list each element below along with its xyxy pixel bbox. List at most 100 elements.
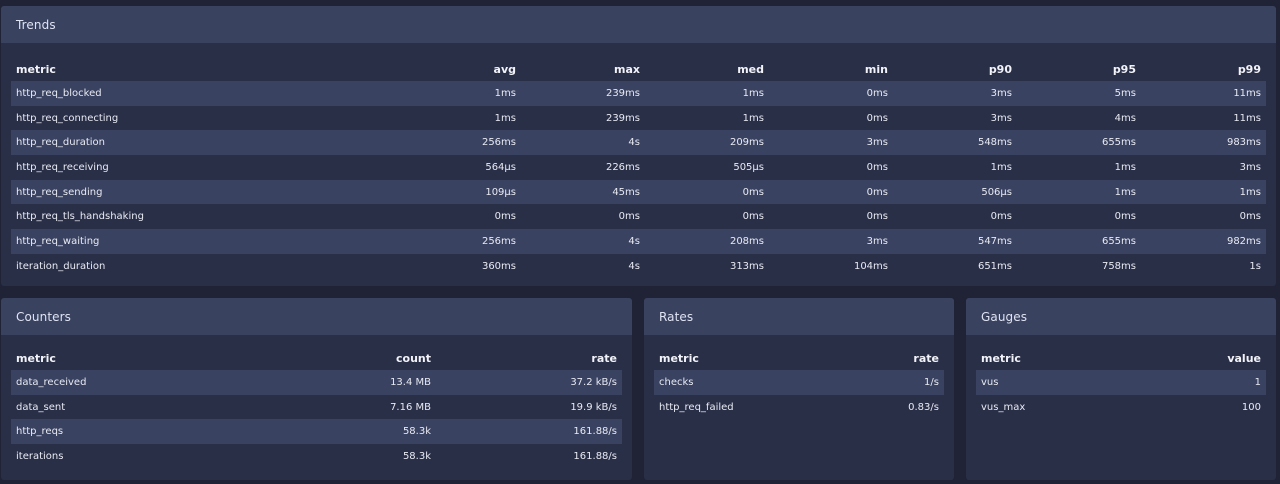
table-row: data_sent 7.16 MB 19.9 kB/s bbox=[11, 395, 622, 420]
value-cell: 4s bbox=[521, 130, 645, 156]
table-row: http_reqs 58.3k 161.88/s bbox=[11, 419, 622, 445]
value-cell: 1s bbox=[1249, 260, 1261, 272]
value-cell: 655ms bbox=[1017, 130, 1141, 156]
trends-table: metric avg max med min p90 p95 p99 http_… bbox=[11, 57, 1266, 279]
metric-cell: http_req_waiting bbox=[11, 229, 273, 254]
column-header: value bbox=[1227, 351, 1261, 365]
value-cell: 3ms bbox=[769, 130, 893, 156]
table-row: vus 1 bbox=[976, 370, 1266, 395]
value-cell: 1ms bbox=[1017, 179, 1141, 205]
column-header: rate bbox=[591, 351, 617, 365]
table-row: http_req_tls_handshaking 0ms 0ms 0ms 0ms… bbox=[11, 204, 1266, 229]
column-header: p95 bbox=[1112, 62, 1136, 76]
trends-title: Trends bbox=[1, 6, 1276, 43]
column-header: metric bbox=[16, 62, 56, 76]
value-cell: 226ms bbox=[605, 161, 640, 173]
value-cell: 100 bbox=[1241, 401, 1261, 413]
value-cell: 11ms bbox=[1141, 81, 1266, 106]
value-cell: 0ms bbox=[866, 211, 888, 223]
value-cell: 0ms bbox=[990, 211, 1012, 223]
value-cell: 0ms bbox=[769, 81, 893, 106]
table-row: http_req_failed 0.83/s bbox=[654, 395, 944, 420]
metric-cell: http_reqs bbox=[11, 419, 273, 445]
value-cell: 983ms bbox=[1141, 130, 1266, 156]
column-header: metric bbox=[16, 351, 56, 365]
rates-card: Rates metric rate checks 1/s http_req_fa… bbox=[644, 298, 954, 480]
value-cell: 208ms bbox=[645, 229, 769, 254]
value-cell: 982ms bbox=[1141, 229, 1266, 254]
value-cell: 4s bbox=[628, 260, 640, 272]
column-header: rate bbox=[913, 351, 939, 365]
column-header: med bbox=[737, 62, 764, 76]
rates-table: metric rate checks 1/s http_req_failed 0… bbox=[654, 346, 944, 419]
column-header: max bbox=[614, 62, 640, 76]
counters-card: Counters metric count rate data_received… bbox=[1, 298, 632, 480]
value-cell: 3ms bbox=[893, 81, 1017, 106]
table-row: http_req_blocked 1ms 239ms 1ms 0ms 3ms 5… bbox=[11, 81, 1266, 106]
value-cell: 3ms bbox=[769, 229, 893, 254]
metric-cell: http_req_receiving bbox=[16, 161, 109, 173]
value-cell: 45ms bbox=[521, 179, 645, 205]
metric-cell: iteration_duration bbox=[16, 260, 106, 272]
rates-header-row: metric rate bbox=[654, 346, 944, 370]
metric-cell: checks bbox=[654, 370, 804, 395]
value-cell: 360ms bbox=[481, 260, 516, 272]
value-cell: 0ms bbox=[494, 211, 516, 223]
column-header: min bbox=[864, 62, 888, 76]
value-cell: 0ms bbox=[742, 211, 764, 223]
value-cell: 256ms bbox=[273, 229, 521, 254]
value-cell: 547ms bbox=[893, 229, 1017, 254]
value-cell: 0ms bbox=[1114, 211, 1136, 223]
table-row: http_req_waiting 256ms 4s 208ms 3ms 547m… bbox=[11, 229, 1266, 254]
value-cell: 3ms bbox=[1239, 161, 1261, 173]
trends-card: Trends metric avg max med min p90 p95 p9… bbox=[1, 6, 1276, 286]
metric-cell: vus bbox=[976, 370, 1126, 395]
value-cell: 0.83/s bbox=[908, 401, 939, 413]
value-cell: 11ms bbox=[1233, 112, 1261, 124]
counters-title: Counters bbox=[1, 298, 632, 335]
counters-header-row: metric count rate bbox=[11, 346, 622, 370]
table-row: vus_max 100 bbox=[976, 395, 1266, 420]
metric-cell: http_req_duration bbox=[11, 130, 273, 156]
metric-cell: vus_max bbox=[981, 401, 1026, 413]
dashboard: Trends metric avg max med min p90 p95 p9… bbox=[0, 0, 1280, 484]
value-cell: 5ms bbox=[1017, 81, 1141, 106]
value-cell: 1ms bbox=[1141, 179, 1266, 205]
value-cell: 0ms bbox=[769, 179, 893, 205]
column-header: metric bbox=[659, 351, 699, 365]
value-cell: 1ms bbox=[1114, 161, 1136, 173]
value-cell: 161.88/s bbox=[573, 450, 617, 462]
value-cell: 0ms bbox=[866, 112, 888, 124]
value-cell: 37.2 kB/s bbox=[436, 370, 622, 395]
column-header: avg bbox=[493, 62, 516, 76]
value-cell: 13.4 MB bbox=[273, 370, 436, 395]
value-cell: 313ms bbox=[729, 260, 764, 272]
value-cell: 58.3k bbox=[402, 450, 431, 462]
gauges-header-row: metric value bbox=[976, 346, 1266, 370]
value-cell: 239ms bbox=[605, 112, 640, 124]
value-cell: 0ms bbox=[618, 211, 640, 223]
value-cell: 1ms bbox=[645, 81, 769, 106]
table-row: http_req_duration 256ms 4s 209ms 3ms 548… bbox=[11, 130, 1266, 156]
metric-cell: http_req_sending bbox=[11, 179, 273, 205]
metric-cell: data_sent bbox=[16, 401, 66, 413]
value-cell: 0ms bbox=[1239, 211, 1261, 223]
value-cell: 564µs bbox=[485, 161, 516, 173]
table-row: iterations 58.3k 161.88/s bbox=[11, 444, 622, 469]
metric-cell: http_req_blocked bbox=[11, 81, 273, 106]
value-cell: 1ms bbox=[494, 112, 516, 124]
metric-cell: http_req_failed bbox=[659, 401, 734, 413]
table-row: http_req_connecting 1ms 239ms 1ms 0ms 3m… bbox=[11, 106, 1266, 131]
counters-table: metric count rate data_received 13.4 MB … bbox=[11, 346, 622, 469]
value-cell: 1/s bbox=[804, 370, 944, 395]
value-cell: 58.3k bbox=[273, 419, 436, 445]
table-row: http_req_sending 109µs 45ms 0ms 0ms 506µ… bbox=[11, 179, 1266, 205]
value-cell: 506µs bbox=[893, 179, 1017, 205]
value-cell: 4s bbox=[521, 229, 645, 254]
column-header: count bbox=[396, 351, 431, 365]
value-cell: 3ms bbox=[990, 112, 1012, 124]
table-row: checks 1/s bbox=[654, 370, 944, 395]
value-cell: 651ms bbox=[977, 260, 1012, 272]
value-cell: 104ms bbox=[853, 260, 888, 272]
value-cell: 505µs bbox=[733, 161, 764, 173]
